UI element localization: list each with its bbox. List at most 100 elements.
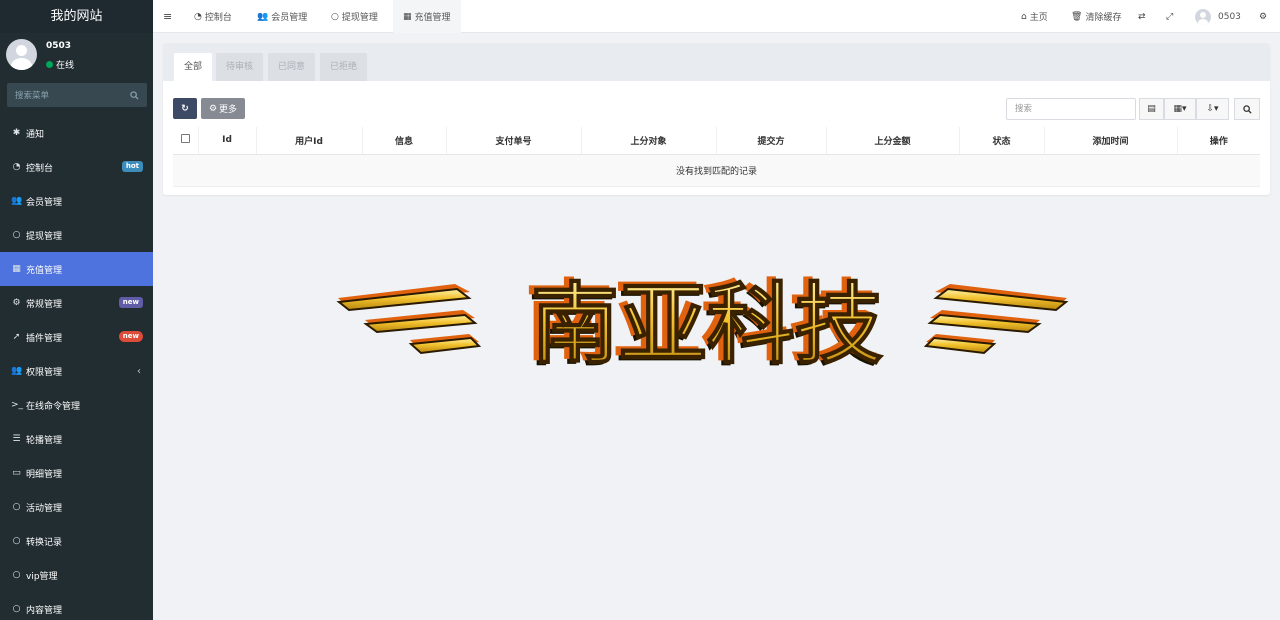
sidebar-item-permissions[interactable]: 👥 权限管理 ‹ xyxy=(0,354,153,388)
column-header[interactable]: 上分对象 xyxy=(581,127,717,155)
chevron-left-icon: ‹ xyxy=(137,365,141,377)
sidebar-item-label: 转换记录 xyxy=(26,537,63,548)
logo-text: 南亚科技 xyxy=(531,273,883,370)
clear-cache-button[interactable]: 🗑 清除缓存 xyxy=(1071,0,1121,33)
cogs-icon: ⚙ xyxy=(1259,11,1268,22)
dashboard-icon: ◔ xyxy=(194,11,202,22)
sidebar-item-label: 充值管理 xyxy=(26,265,63,276)
table-header-row: Id 用户Id 信息 支付单号 上分对象 提交方 上分金额 状态 添加时间 操作 xyxy=(173,127,1260,155)
dashboard-icon: ◔ xyxy=(12,162,21,172)
sidebar-search-input[interactable]: 搜索菜单 xyxy=(15,89,130,101)
sidebar-item-command[interactable]: >_ 在线命令管理 xyxy=(0,388,153,422)
settings-button[interactable]: ⚙ xyxy=(1259,0,1270,33)
more-label: 更多 xyxy=(219,105,238,115)
column-header[interactable]: 信息 xyxy=(362,127,447,155)
grid-icon: ▦ xyxy=(12,264,21,274)
circle-icon: ○ xyxy=(12,502,21,512)
sidebar-item-recharge[interactable]: ▦ 充值管理 xyxy=(0,252,153,286)
circle-icon: ○ xyxy=(331,11,339,22)
column-header[interactable]: Id xyxy=(198,127,257,155)
column-header[interactable]: 添加时间 xyxy=(1044,127,1178,155)
tab-rejected[interactable]: 已拒绝 xyxy=(320,53,368,81)
tab-approved[interactable]: 已同意 xyxy=(268,53,316,81)
column-header[interactable]: 状态 xyxy=(959,127,1045,155)
language-button[interactable]: ⇄ xyxy=(1138,0,1149,33)
sidebar-item-label: vip管理 xyxy=(26,571,58,582)
sidebar-item-label: 在线命令管理 xyxy=(26,401,81,412)
tab-withdraw[interactable]: ○ 提现管理 xyxy=(322,0,387,33)
top-navbar: ≡ ◔ 控制台 👥 会员管理 ○ 提现管理 ▦ 充值管理 ⌂ 主页 🗑 清除缓存 ⇄ ⤢ 0… xyxy=(153,0,1280,33)
column-header[interactable]: 上分金额 xyxy=(826,127,960,155)
tab-recharge[interactable]: ▦ 充值管理 xyxy=(393,0,461,33)
recharge-table: Id 用户Id 信息 支付单号 上分对象 提交方 上分金额 状态 添加时间 操作… xyxy=(173,127,1260,187)
sidebar-item-activity[interactable]: ○ 活动管理 xyxy=(0,490,153,524)
sidebar-item-notice[interactable]: ✱ 通知 xyxy=(0,116,153,150)
sidebar-item-label: 内容管理 xyxy=(26,605,63,616)
sidebar-item-carousel[interactable]: ☰ 轮播管理 xyxy=(0,422,153,456)
user-menu[interactable]: 0503 xyxy=(1195,0,1241,33)
export-icon: ⇩▾ xyxy=(1206,104,1219,114)
translate-icon: ⇄ xyxy=(1138,11,1146,22)
search-icon[interactable] xyxy=(130,90,139,100)
sidebar-item-label: 明细管理 xyxy=(26,469,63,480)
cog-icon: ⚙ xyxy=(208,103,218,114)
circle-icon: ○ xyxy=(12,570,21,580)
column-header[interactable]: 提交方 xyxy=(716,127,827,155)
tab-all[interactable]: 全部 xyxy=(174,53,213,81)
export-button[interactable]: ⇩▾ xyxy=(1196,98,1229,120)
column-header[interactable]: 支付单号 xyxy=(446,127,582,155)
hot-badge: hot xyxy=(121,161,143,172)
sidebar-item-details[interactable]: ▭ 明细管理 xyxy=(0,456,153,490)
sidebar-item-label: 会员管理 xyxy=(26,197,63,208)
sidebar-item-vip[interactable]: ○ vip管理 xyxy=(0,558,153,592)
advanced-search-button[interactable] xyxy=(1234,98,1260,120)
tab-dashboard[interactable]: ◔ 控制台 xyxy=(185,0,241,33)
fullscreen-button[interactable]: ⤢ xyxy=(1166,0,1176,33)
tab-label: 提现管理 xyxy=(341,13,378,23)
more-button[interactable]: ⚙ 更多 xyxy=(201,98,245,119)
circle-icon: ○ xyxy=(12,230,21,240)
home-label: 主页 xyxy=(1029,13,1048,23)
sidebar-item-label: 通知 xyxy=(26,129,45,140)
cogs-icon: ⚙ xyxy=(12,298,21,308)
toggle-view-button[interactable]: ▤ xyxy=(1139,98,1164,120)
sidebar-item-label: 权限管理 xyxy=(26,367,63,378)
sidebar-item-label: 提现管理 xyxy=(26,231,63,242)
sidebar-item-dashboard[interactable]: ◔ 控制台 hot xyxy=(0,150,153,184)
sidebar-search[interactable]: 搜索菜单 xyxy=(7,83,147,107)
search-icon xyxy=(1242,104,1252,114)
new-badge: new xyxy=(118,297,143,308)
rocket-icon: ➚ xyxy=(12,332,21,342)
sidebar-item-plugins[interactable]: ➚ 插件管理 new xyxy=(0,320,153,354)
right-wing-icon xyxy=(923,284,1069,355)
grid-icon: ▦ xyxy=(403,11,412,22)
home-link[interactable]: ⌂ 主页 xyxy=(1021,0,1048,33)
select-all-header xyxy=(173,127,199,155)
sidebar-item-members[interactable]: 👥 会员管理 xyxy=(0,184,153,218)
sidebar-item-general[interactable]: ⚙ 常规管理 new xyxy=(0,286,153,320)
tab-label: 控制台 xyxy=(204,13,232,23)
users-icon: 👥 xyxy=(11,366,23,376)
columns-icon: ▦▾ xyxy=(1173,104,1187,114)
refresh-button[interactable]: ↻ xyxy=(173,98,197,119)
tab-label: 会员管理 xyxy=(271,13,308,23)
sidebar-item-label: 活动管理 xyxy=(26,503,63,514)
sidebar-item-withdraw[interactable]: ○ 提现管理 xyxy=(0,218,153,252)
column-header[interactable]: 用户Id xyxy=(256,127,363,155)
tab-members[interactable]: 👥 会员管理 xyxy=(248,0,316,33)
hamburger-icon: ≡ xyxy=(163,10,173,23)
online-dot-icon xyxy=(46,61,53,68)
columns-button[interactable]: ▦▾ xyxy=(1164,98,1196,120)
empty-row: 没有找到匹配的记录 xyxy=(173,154,1260,187)
site-brand[interactable]: 我的网站 xyxy=(0,0,153,33)
tab-pending[interactable]: 待审核 xyxy=(216,53,264,81)
card-view-icon: ▤ xyxy=(1147,104,1156,114)
left-wing-icon xyxy=(336,284,482,355)
sidebar-item-content[interactable]: ○ 内容管理 xyxy=(0,592,153,620)
sidebar-item-conversion[interactable]: ○ 转换记录 xyxy=(0,524,153,558)
table-search-input[interactable]: 搜索 xyxy=(1006,98,1136,120)
select-all-checkbox[interactable] xyxy=(180,134,190,144)
sidebar-toggle-button[interactable]: ≡ xyxy=(163,0,177,33)
sidebar: 我的网站 0503 在线 搜索菜单 ✱ 通知 ◔ 控制台 hot 👥 会员管理 ○ 提现管… xyxy=(0,0,153,620)
no-records-message: 没有找到匹配的记录 xyxy=(173,154,1260,187)
